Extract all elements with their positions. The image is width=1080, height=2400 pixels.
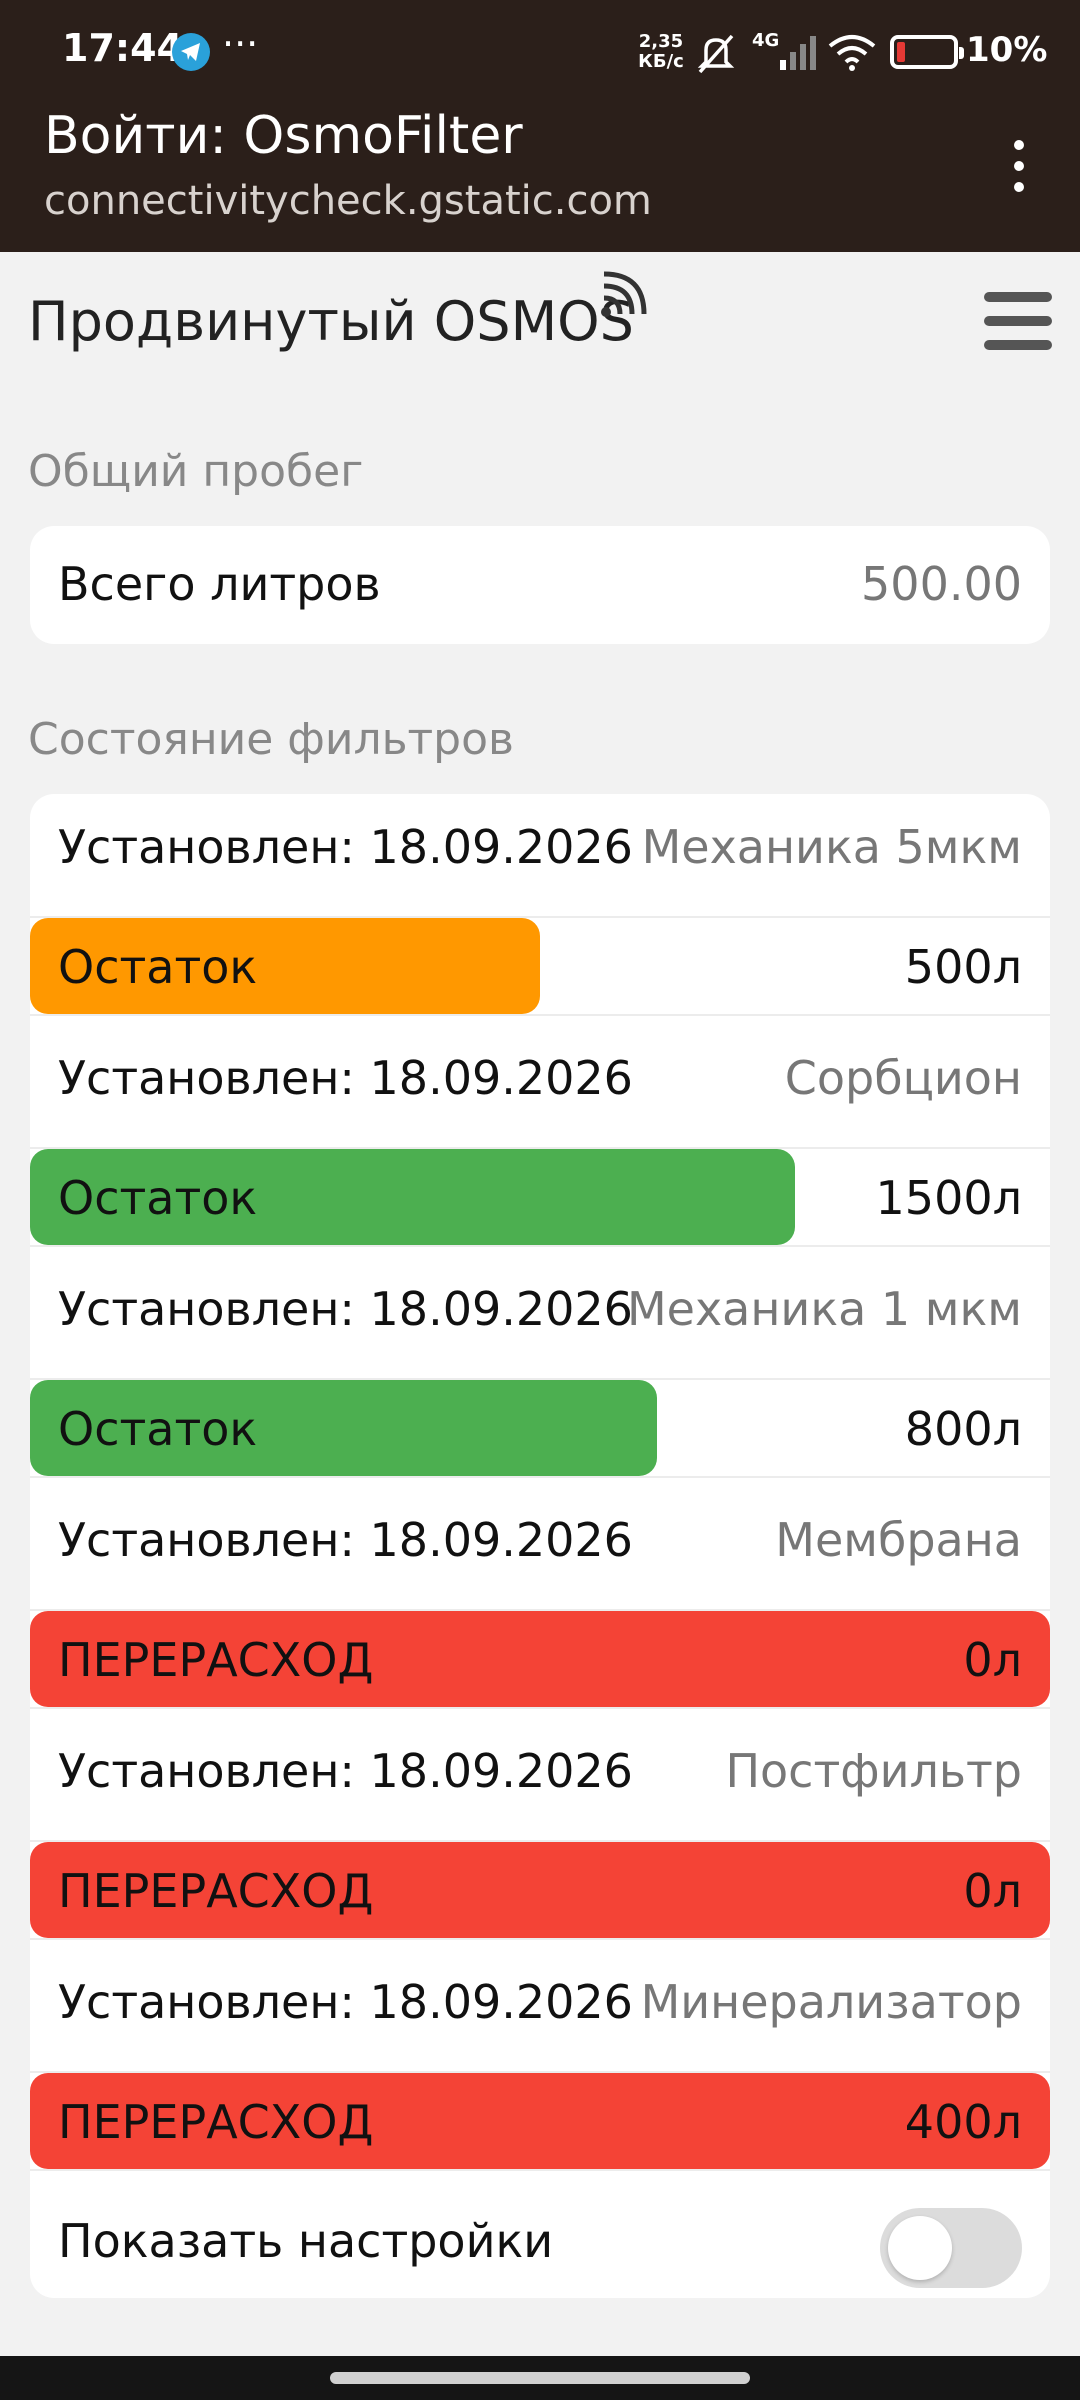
filter-remaining-value: 500л (904, 940, 1022, 994)
mileage-card: Всего литров 500.00 (30, 526, 1050, 644)
more-notifications-icon: ··· (222, 22, 259, 66)
total-liters-value: 500.00 (861, 557, 1022, 611)
filter-name: Механика 5мкм (641, 820, 1022, 874)
filter-info-row: Установлен: 18.09.2026 Механика 5мкм (30, 798, 1050, 898)
app-title: Продвинутый OSMOS (28, 290, 634, 353)
wifi-icon (828, 35, 876, 71)
filter-remaining-bar: ПЕРЕРАСХОД 400л (30, 2071, 1050, 2171)
filter-remaining-value: 1500л (875, 1171, 1022, 1225)
filter-remaining-bar: Остаток 1500л (30, 1147, 1050, 1247)
filter-info-row: Установлен: 18.09.2026 Мембрана (30, 1491, 1050, 1591)
filter-info-row: Установлен: 18.09.2026 Сорбцион (30, 1029, 1050, 1129)
browser-url: connectivitycheck.gstatic.com (44, 178, 652, 224)
settings-toggle[interactable] (880, 2208, 1022, 2288)
status-time: 17:44 (62, 26, 183, 70)
filter-name: Постфильтр (725, 1744, 1022, 1798)
filter-status-label: ПЕРЕРАСХОД (58, 1864, 374, 1918)
total-liters-label: Всего литров (58, 557, 381, 611)
filter-status-label: ПЕРЕРАСХОД (58, 1633, 374, 1687)
signal-icon (780, 36, 816, 70)
mileage-section-label: Общий пробег (28, 446, 364, 497)
dot-icon (1014, 161, 1024, 171)
battery-percent: 10% (966, 30, 1048, 70)
dot-icon (1014, 140, 1024, 150)
filter-status-label: Остаток (58, 1171, 258, 1225)
filter-name: Минерализатор (640, 1975, 1022, 2029)
filter-name: Механика 1 мкм (626, 1282, 1022, 1336)
filter-status-label: Остаток (58, 940, 258, 994)
filters-section-label: Состояние фильтров (28, 714, 514, 765)
filter-info-row: Установлен: 18.09.2026 Минерализатор (30, 1953, 1050, 2053)
filter-status-label: ПЕРЕРАСХОД (58, 2095, 374, 2149)
browser-header: 17:44 ··· 2,35 КБ/с 4G 10% Войти: OsmoFi… (0, 0, 1080, 252)
telegram-icon (172, 33, 210, 71)
status-bar: 17:44 ··· 2,35 КБ/с 4G 10% (0, 0, 1080, 100)
filter-remaining-bar: Остаток 800л (30, 1378, 1050, 1478)
navigation-bar (0, 2356, 1080, 2400)
filter-remaining-value: 0л (963, 1633, 1022, 1687)
filter-info-row: Установлен: 18.09.2026 Механика 1 мкм (30, 1260, 1050, 1360)
filter-remaining-value: 0л (963, 1864, 1022, 1918)
filter-remaining-bar: ПЕРЕРАСХОД 0л (30, 1609, 1050, 1709)
filter-name: Сорбцион (784, 1051, 1022, 1105)
settings-label: Показать настройки (58, 2214, 554, 2268)
filter-installed-date: Установлен: 18.09.2026 (58, 1051, 633, 1105)
filter-name: Мембрана (775, 1513, 1022, 1567)
network-type: 4G (752, 30, 780, 51)
browser-title: Войти: OsmoFilter (44, 106, 523, 166)
filter-remaining-bar: Остаток 500л (30, 916, 1050, 1016)
filter-remaining-value: 400л (904, 2095, 1022, 2149)
network-speed: 2,35 КБ/с (638, 31, 684, 72)
more-options-button[interactable] (1000, 138, 1040, 194)
filter-installed-date: Установлен: 18.09.2026 (58, 1513, 633, 1567)
filters-card: Установлен: 18.09.2026 Механика 5мкм Остат… (30, 794, 1050, 2298)
filter-installed-date: Установлен: 18.09.2026 (58, 1975, 633, 2029)
total-liters-row: Всего литров 500.00 (30, 535, 1050, 635)
menu-button[interactable] (984, 292, 1052, 350)
filter-status-label: Остаток (58, 1402, 258, 1456)
filter-installed-date: Установлен: 18.09.2026 (58, 820, 633, 874)
filter-remaining-value: 800л (904, 1402, 1022, 1456)
filter-remaining-bar: ПЕРЕРАСХОД 0л (30, 1840, 1050, 1940)
dot-icon (1014, 182, 1024, 192)
filter-installed-date: Установлен: 18.09.2026 (58, 1744, 633, 1798)
wifi-signal-icon (601, 271, 647, 317)
home-gesture-handle[interactable] (330, 2372, 750, 2384)
filter-installed-date: Установлен: 18.09.2026 (58, 1282, 633, 1336)
battery-icon (890, 35, 964, 69)
filter-info-row: Установлен: 18.09.2026 Постфильтр (30, 1722, 1050, 1822)
settings-row[interactable]: Показать настройки (30, 2192, 1050, 2292)
mute-icon (697, 34, 735, 74)
